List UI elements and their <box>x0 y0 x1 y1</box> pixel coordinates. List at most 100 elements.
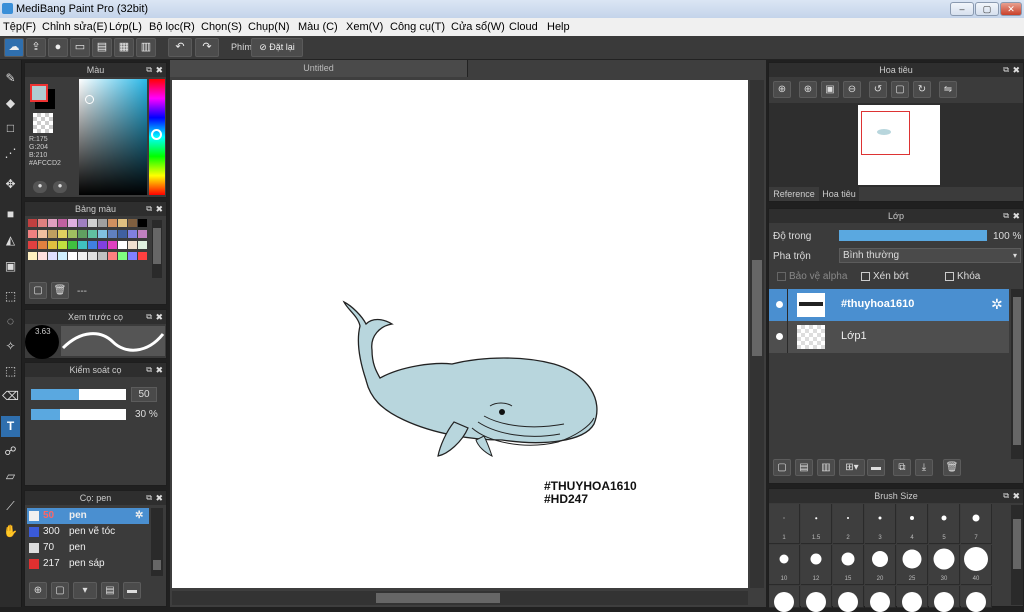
palette-swatch[interactable] <box>48 252 57 260</box>
palette-swatch[interactable] <box>68 241 77 249</box>
brush-size-cell[interactable]: 25 <box>897 545 928 585</box>
foreground-swatch[interactable] <box>30 84 48 102</box>
document-tab[interactable]: Untitled <box>170 60 468 77</box>
layer-row[interactable]: Lớp1 <box>769 321 1009 353</box>
brush-size-cell[interactable]: 1.5 <box>801 504 832 544</box>
menu-file[interactable]: Tệp(F) <box>3 21 36 33</box>
palette-scroll-thumb[interactable] <box>153 228 161 264</box>
palette-swatch[interactable] <box>48 219 57 227</box>
close-icon[interactable]: ✖ <box>155 363 163 377</box>
brush-doc-icon[interactable]: ▤ <box>101 582 119 599</box>
palette-swatch[interactable] <box>138 241 147 249</box>
palette-swatch[interactable] <box>78 230 87 238</box>
brush-size-cell[interactable] <box>833 586 864 612</box>
palette-swatch[interactable] <box>68 219 77 227</box>
brush-item[interactable]: 300 pen vẽ tóc <box>27 524 149 540</box>
palette-swatch[interactable] <box>138 252 147 260</box>
palette-swatch[interactable] <box>98 219 107 227</box>
float-icon[interactable]: ⧉ <box>1003 209 1009 223</box>
export-icon[interactable]: ⇪ <box>26 38 46 57</box>
menu-filter[interactable]: Bộ lọc(R) <box>149 21 195 33</box>
brush-scrollbar[interactable] <box>151 508 163 576</box>
brush-size-scrollbar[interactable] <box>1011 505 1023 605</box>
layer-opacity-slider[interactable] <box>839 230 987 241</box>
layer-scrollbar[interactable] <box>1011 289 1023 459</box>
brush-size-cell[interactable]: 5 <box>929 504 960 544</box>
palette-swatch[interactable] <box>128 252 137 260</box>
brush-size-cell[interactable] <box>961 586 992 612</box>
palette-swatch[interactable] <box>88 230 97 238</box>
palette-swatch[interactable] <box>118 252 127 260</box>
palette-swatch[interactable] <box>48 241 57 249</box>
zoom-out-icon[interactable]: ⊖ <box>843 81 861 98</box>
palette-swatch[interactable] <box>28 219 37 227</box>
select-tool-icon[interactable]: ⬚ <box>1 286 20 307</box>
cloud-icon[interactable]: ☁ <box>4 38 24 57</box>
brush-size-cell[interactable]: 1 <box>769 504 800 544</box>
brush-size-cell[interactable]: 10 <box>769 545 800 585</box>
new-palette-icon[interactable]: ▢ <box>29 282 47 299</box>
layer-scroll-thumb[interactable] <box>1013 297 1021 445</box>
layer-row[interactable]: #thuyhoa1610 ✲ <box>769 289 1009 321</box>
palette-swatch[interactable] <box>108 252 117 260</box>
close-button[interactable]: ✕ <box>1000 2 1022 16</box>
brush-size-cell[interactable]: 4 <box>897 504 928 544</box>
close-icon[interactable]: ✖ <box>1012 63 1020 77</box>
brush-size-cell[interactable]: 7 <box>961 504 992 544</box>
palette-swatch[interactable] <box>38 241 47 249</box>
brush-size-cell[interactable]: 12 <box>801 545 832 585</box>
dot-tool-icon[interactable]: ⋰ <box>1 143 20 164</box>
palette-swatch[interactable] <box>108 230 117 238</box>
bucket-tool-icon[interactable]: ◭ <box>1 230 20 251</box>
maximize-button[interactable]: ▢ <box>975 2 999 16</box>
grid-icon[interactable]: ▥ <box>136 38 156 57</box>
float-icon[interactable]: ⧉ <box>146 63 152 77</box>
palette-swatch[interactable] <box>78 241 87 249</box>
hand-tool-icon[interactable]: ✋ <box>1 521 20 542</box>
brush-size-value[interactable]: 50 <box>131 387 157 402</box>
eraser-tool-icon[interactable]: ◆ <box>1 93 20 114</box>
brush-size-scroll-thumb[interactable] <box>1013 519 1021 569</box>
palette-swatch[interactable] <box>98 230 107 238</box>
palette-swatch[interactable] <box>28 230 37 238</box>
palette-swatch[interactable] <box>58 241 67 249</box>
brush-size-cell[interactable]: 30 <box>929 545 960 585</box>
brush-item[interactable]: 50 pen ✲ <box>27 508 149 524</box>
rectangle-tool-icon[interactable]: □ <box>1 118 20 139</box>
palette-swatch[interactable] <box>98 252 107 260</box>
select-eraser-icon[interactable]: ⌫ <box>1 386 20 407</box>
brush-size-cell[interactable] <box>801 586 832 612</box>
palette-swatch[interactable] <box>118 219 127 227</box>
navigator-preview-area[interactable] <box>769 103 1023 187</box>
rotate-right-icon[interactable]: ↻ <box>913 81 931 98</box>
rotate-left-icon[interactable]: ↺ <box>869 81 887 98</box>
new-raster-layer-icon[interactable]: ▤ <box>795 459 813 476</box>
operation-tool-icon[interactable]: ☍ <box>1 441 20 462</box>
lasso-tool-icon[interactable]: ◌ <box>1 311 20 332</box>
palette-swatch[interactable] <box>28 241 37 249</box>
palette-swatch[interactable] <box>88 252 97 260</box>
palette-swatch[interactable] <box>88 241 97 249</box>
float-icon[interactable]: ⧉ <box>146 310 152 324</box>
new-brush-icon[interactable]: ▢ <box>51 582 69 599</box>
gear-icon[interactable]: ✲ <box>991 296 1003 313</box>
horizontal-scrollbar[interactable] <box>172 591 748 605</box>
move-tool-icon[interactable]: ✥ <box>1 174 20 195</box>
tab-navigator[interactable]: Hoa tiêu <box>819 187 859 201</box>
vertical-scrollbar[interactable] <box>750 80 764 588</box>
close-icon[interactable]: ✖ <box>155 491 163 505</box>
select-pen-icon[interactable]: ⬚ <box>1 361 20 382</box>
brush-size-cell[interactable]: 15 <box>833 545 864 585</box>
menu-edit[interactable]: Chỉnh sửa(E) <box>42 21 107 33</box>
clipping-checkbox[interactable] <box>861 272 870 281</box>
brush-size-cell[interactable] <box>865 586 896 612</box>
gear-icon[interactable]: ✲ <box>135 510 143 521</box>
menu-help[interactable]: Help <box>547 21 570 33</box>
palette-swatch[interactable] <box>58 219 67 227</box>
palette-add-icon[interactable]: ● <box>33 181 47 193</box>
fit-icon[interactable]: ▣ <box>821 81 839 98</box>
hue-cursor[interactable] <box>151 129 162 140</box>
menu-view[interactable]: Xem(V) <box>346 21 383 33</box>
menu-window[interactable]: Cửa sổ(W) <box>451 21 505 33</box>
menu-select[interactable]: Chọn(S) <box>201 21 242 33</box>
